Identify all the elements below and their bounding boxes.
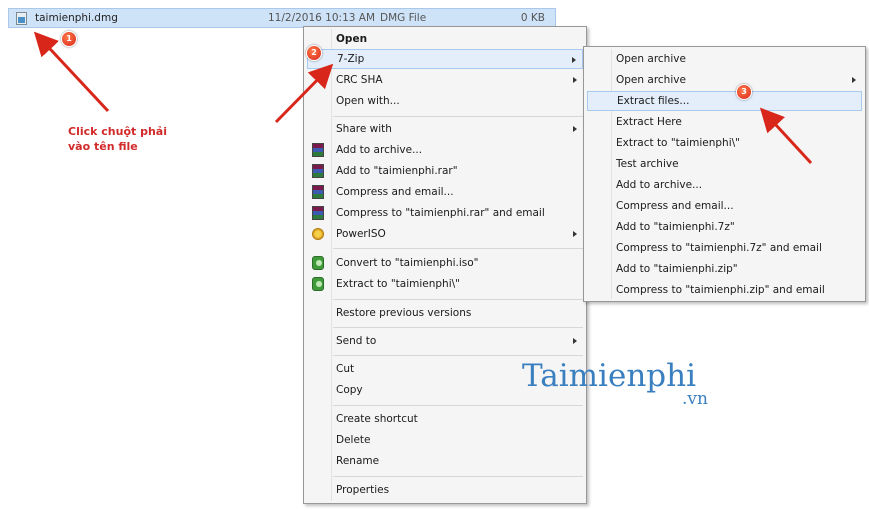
submenu-item-extract-files[interactable]: Extract files... xyxy=(587,91,862,111)
step-marker-2: 2 xyxy=(306,45,322,61)
winrar-icon xyxy=(312,206,324,220)
context-menu: Open 7-Zip CRC SHA Open with... Share wi… xyxy=(303,26,587,504)
submenu-arrow-icon xyxy=(572,57,576,63)
menu-item-rename[interactable]: Rename xyxy=(307,451,583,471)
submenu-arrow-icon xyxy=(573,126,577,132)
winrar-icon xyxy=(312,164,324,178)
submenu-item-add-to-7z[interactable]: Add to "taimienphi.7z" xyxy=(587,217,862,237)
step-marker-1: 1 xyxy=(61,31,77,47)
menu-item-restore-versions[interactable]: Restore previous versions xyxy=(307,303,583,323)
submenu-item-add-to-archive[interactable]: Add to archive... xyxy=(587,175,862,195)
menu-item-share-with[interactable]: Share with xyxy=(307,119,583,139)
submenu-item-compress-zip-email[interactable]: Compress to "taimienphi.zip" and email xyxy=(587,280,862,300)
file-name: taimienphi.dmg xyxy=(35,12,118,24)
step-marker-3: 3 xyxy=(736,84,752,100)
menu-item-open[interactable]: Open xyxy=(307,29,583,49)
submenu-7zip: Open archive Open archive Extract files.… xyxy=(583,46,866,302)
file-size: 0 KB xyxy=(520,12,545,24)
menu-separator xyxy=(333,476,583,477)
menu-item-open-with[interactable]: Open with... xyxy=(307,91,583,111)
menu-separator xyxy=(333,299,583,300)
menu-item-poweriso[interactable]: PowerISO xyxy=(307,224,583,244)
poweriso-icon xyxy=(312,228,324,240)
menu-item-extract-to-folder[interactable]: Extract to "taimienphi\" xyxy=(307,274,583,294)
menu-item-delete[interactable]: Delete xyxy=(307,430,583,450)
menu-separator xyxy=(333,405,583,406)
menu-item-7zip[interactable]: 7-Zip xyxy=(307,49,583,69)
file-date: 11/2/2016 10:13 AM xyxy=(268,12,376,24)
menu-item-add-to-archive[interactable]: Add to archive... xyxy=(307,140,583,160)
menu-item-crc-sha[interactable]: CRC SHA xyxy=(307,70,583,90)
submenu-item-open-archive-sub[interactable]: Open archive xyxy=(587,70,862,90)
annotation-text: Click chuột phải vào tên file xyxy=(68,125,168,153)
menu-separator xyxy=(333,355,583,356)
submenu-item-compress-email[interactable]: Compress and email... xyxy=(587,196,862,216)
submenu-item-extract-here[interactable]: Extract Here xyxy=(587,112,862,132)
submenu-arrow-icon xyxy=(573,231,577,237)
submenu-item-compress-7z-email[interactable]: Compress to "taimienphi.7z" and email xyxy=(587,238,862,258)
watermark-suffix: .vn xyxy=(682,389,708,409)
submenu-item-open-archive[interactable]: Open archive xyxy=(587,49,862,69)
menu-separator xyxy=(333,327,583,328)
submenu-arrow-icon xyxy=(852,77,856,83)
selected-file-row[interactable]: taimienphi.dmg 11/2/2016 10:13 AM DMG Fi… xyxy=(8,8,556,28)
submenu-item-add-to-zip[interactable]: Add to "taimienphi.zip" xyxy=(587,259,862,279)
dmg-file-icon xyxy=(15,11,29,25)
watermark-logo: Taimienphi xyxy=(522,358,697,394)
winrar-icon xyxy=(312,143,324,157)
submenu-item-test-archive[interactable]: Test archive xyxy=(587,154,862,174)
menu-item-create-shortcut[interactable]: Create shortcut xyxy=(307,409,583,429)
menu-separator xyxy=(333,248,583,249)
submenu-item-extract-to[interactable]: Extract to "taimienphi\" xyxy=(587,133,862,153)
menu-item-compress-email[interactable]: Compress and email... xyxy=(307,182,583,202)
submenu-arrow-icon xyxy=(573,338,577,344)
file-type: DMG File xyxy=(380,12,427,24)
menu-item-convert-iso[interactable]: Convert to "taimienphi.iso" xyxy=(307,253,583,273)
menu-item-send-to[interactable]: Send to xyxy=(307,331,583,351)
convert-icon xyxy=(312,256,324,270)
winrar-icon xyxy=(312,185,324,199)
menu-item-add-to-rar[interactable]: Add to "taimienphi.rar" xyxy=(307,161,583,181)
menu-item-compress-rar-email[interactable]: Compress to "taimienphi.rar" and email xyxy=(307,203,583,223)
submenu-arrow-icon xyxy=(573,77,577,83)
extract-icon xyxy=(312,277,324,291)
menu-separator xyxy=(333,116,583,117)
arrow-to-file xyxy=(33,31,110,113)
menu-item-properties[interactable]: Properties xyxy=(307,480,583,500)
